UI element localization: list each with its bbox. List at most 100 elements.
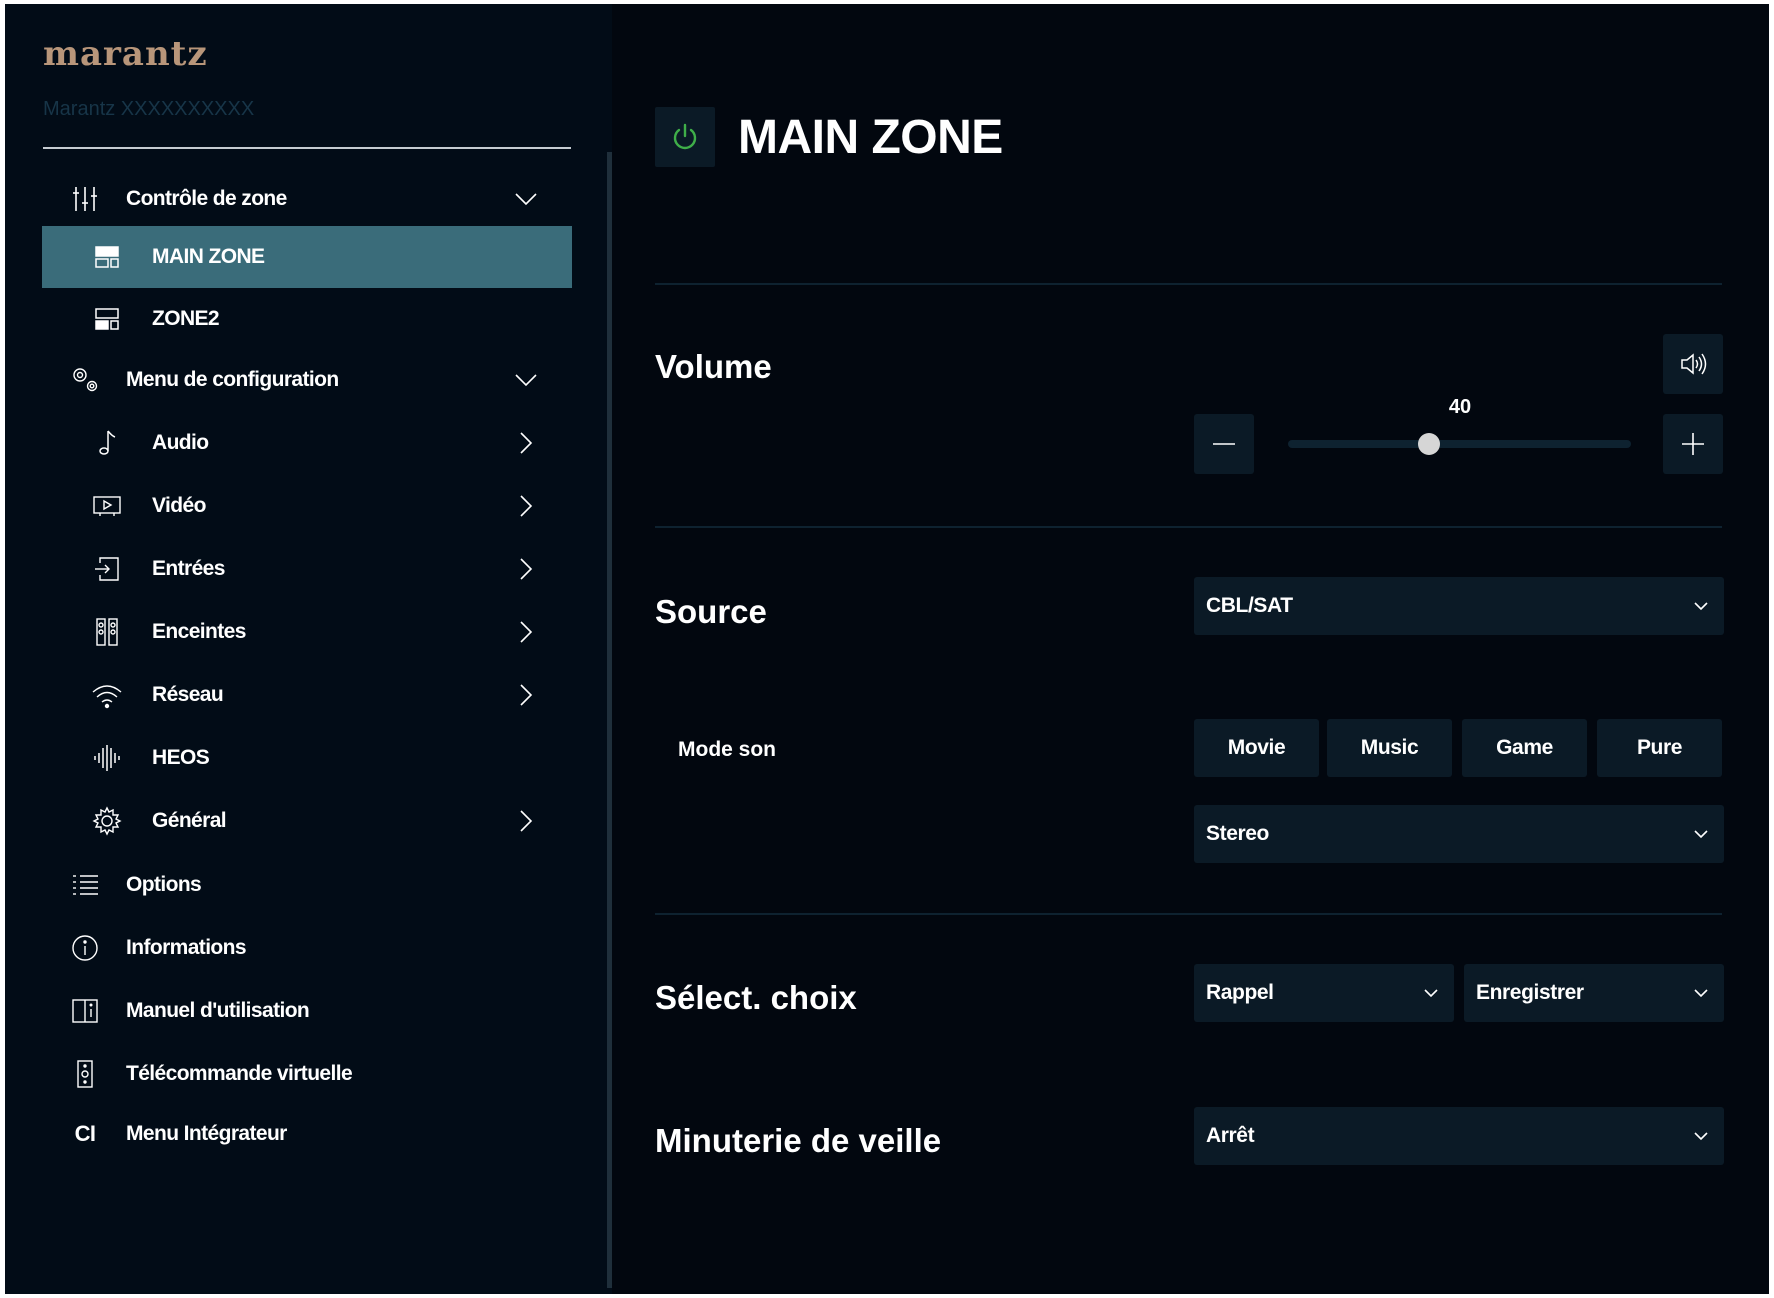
button-label: Music [1360, 736, 1419, 759]
device-name: Marantz XXXXXXXXXX [43, 98, 255, 120]
sidebar-item-information[interactable]: Informations [42, 917, 572, 979]
sleep-timer-select[interactable]: Arrêt [1194, 1107, 1724, 1165]
brand-logo: marantz [43, 34, 208, 74]
volume-slider-thumb[interactable] [1417, 433, 1440, 455]
sidebar-item-label: Menu de configuration [126, 368, 339, 391]
mute-button[interactable] [1663, 334, 1723, 394]
sidebar-item-label: Menu Intégrateur [126, 1122, 287, 1145]
plus-icon [1682, 433, 1704, 455]
page-title: MAIN ZONE [738, 111, 1003, 164]
gears-icon [70, 365, 100, 395]
save-value: Enregistrer [1476, 981, 1584, 1004]
source-select[interactable]: CBL/SAT [1194, 577, 1724, 635]
sidebar-item-integrator-menu[interactable]: CI Menu Intégrateur [42, 1103, 572, 1165]
sidebar-item-label: ZONE2 [152, 307, 220, 330]
speaker-icon [1681, 353, 1707, 375]
source-label: Source [655, 593, 767, 630]
button-label: Game [1496, 736, 1553, 759]
sidebar-item-label: Manuel d'utilisation [126, 999, 310, 1022]
quick-select-recall-select[interactable]: Rappel [1194, 964, 1454, 1022]
chevron-down-icon [1694, 1132, 1708, 1141]
sidebar-item-options[interactable]: Options [42, 854, 572, 916]
gear-icon [92, 806, 122, 836]
wifi-icon [92, 680, 122, 710]
sidebar-item-heos[interactable]: HEOS [42, 727, 572, 789]
info-icon [70, 933, 100, 963]
volume-value: 40 [1448, 396, 1472, 418]
sidebar-item-general[interactable]: Général [42, 790, 572, 852]
sidebar-item-audio[interactable]: Audio [42, 412, 572, 474]
main-zone-icon [92, 242, 122, 272]
zone2-icon [92, 304, 122, 334]
divider [655, 913, 1722, 915]
music-note-icon [92, 428, 122, 458]
divider [655, 283, 1722, 285]
sidebar-item-label: Réseau [152, 683, 224, 706]
volume-up-button[interactable] [1663, 414, 1723, 474]
sidebar-item-label: Général [152, 809, 227, 832]
sound-mode-pure-button[interactable]: Pure [1597, 719, 1722, 777]
volume-slider[interactable] [1288, 440, 1631, 448]
chevron-right-icon [520, 810, 533, 832]
chevron-right-icon [520, 432, 533, 454]
video-icon [92, 491, 122, 521]
sound-mode-music-button[interactable]: Music [1327, 719, 1452, 777]
sleep-timer-value: Arrêt [1206, 1124, 1255, 1147]
button-label: Movie [1227, 736, 1286, 759]
sidebar-item-video[interactable]: Vidéo [42, 475, 572, 537]
sidebar-item-zone-control[interactable]: Contrôle de zone [42, 168, 572, 230]
minus-icon [1213, 443, 1235, 445]
divider [655, 526, 1722, 528]
sidebar-item-setup-menu[interactable]: Menu de configuration [42, 349, 572, 411]
chevron-down-icon [1694, 602, 1708, 611]
sound-mode-game-button[interactable]: Game [1462, 719, 1587, 777]
chevron-right-icon [520, 495, 533, 517]
sidebar-item-speakers[interactable]: Enceintes [42, 601, 572, 663]
power-button[interactable] [655, 107, 715, 167]
main-panel: MAIN ZONE Volume 40 Source CBL/SAT Mode … [612, 4, 1769, 1294]
chevron-right-icon [520, 558, 533, 580]
source-value: CBL/SAT [1206, 594, 1293, 617]
sidebar-item-virtual-remote[interactable]: Télécommande virtuelle [42, 1043, 572, 1105]
sidebar-item-label: Contrôle de zone [126, 187, 287, 210]
app-window: marantz Marantz XXXXXXXXXX Contrôle de z… [5, 4, 1769, 1294]
heos-icon [92, 743, 122, 773]
sidebar-item-label: Entrées [152, 557, 225, 580]
book-icon [70, 996, 100, 1026]
chevron-down-icon [1424, 989, 1438, 998]
sidebar-item-user-manual[interactable]: Manuel d'utilisation [42, 980, 572, 1042]
speakers-icon [92, 617, 122, 647]
input-icon [92, 554, 122, 584]
recall-value: Rappel [1206, 981, 1274, 1004]
power-icon [673, 123, 697, 150]
sidebar: marantz Marantz XXXXXXXXXX Contrôle de z… [5, 4, 612, 1294]
volume-down-button[interactable] [1194, 414, 1254, 474]
sidebar-item-label: Enceintes [152, 620, 246, 643]
sidebar-item-zone2[interactable]: ZONE2 [42, 288, 572, 350]
ci-icon: CI [74, 1121, 96, 1146]
quick-select-label: Sélect. choix [655, 979, 857, 1016]
sidebar-item-label: MAIN ZONE [152, 245, 265, 268]
chevron-down-icon [515, 374, 537, 387]
sleep-timer-label: Minuterie de veille [655, 1122, 942, 1159]
sound-mode-label: Mode son [678, 738, 776, 761]
sidebar-item-label: Informations [126, 936, 247, 959]
sidebar-item-label: HEOS [152, 746, 210, 769]
sound-mode-select[interactable]: Stereo [1194, 805, 1724, 863]
chevron-down-icon [515, 193, 537, 206]
list-icon [70, 870, 100, 900]
sidebar-item-network[interactable]: Réseau [42, 664, 572, 726]
sound-mode-value: Stereo [1206, 822, 1269, 845]
sidebar-item-label: Options [126, 873, 202, 896]
sidebar-item-main-zone[interactable]: MAIN ZONE [42, 226, 572, 288]
sliders-icon [70, 184, 100, 214]
chevron-right-icon [520, 684, 533, 706]
quick-select-save-select[interactable]: Enregistrer [1464, 964, 1724, 1022]
sidebar-divider [43, 147, 571, 149]
chevron-down-icon [1694, 830, 1708, 839]
button-label: Pure [1636, 736, 1683, 759]
sound-mode-movie-button[interactable]: Movie [1194, 719, 1319, 777]
sidebar-item-label: Vidéo [152, 494, 206, 517]
sidebar-item-inputs[interactable]: Entrées [42, 538, 572, 600]
remote-icon [70, 1059, 100, 1089]
